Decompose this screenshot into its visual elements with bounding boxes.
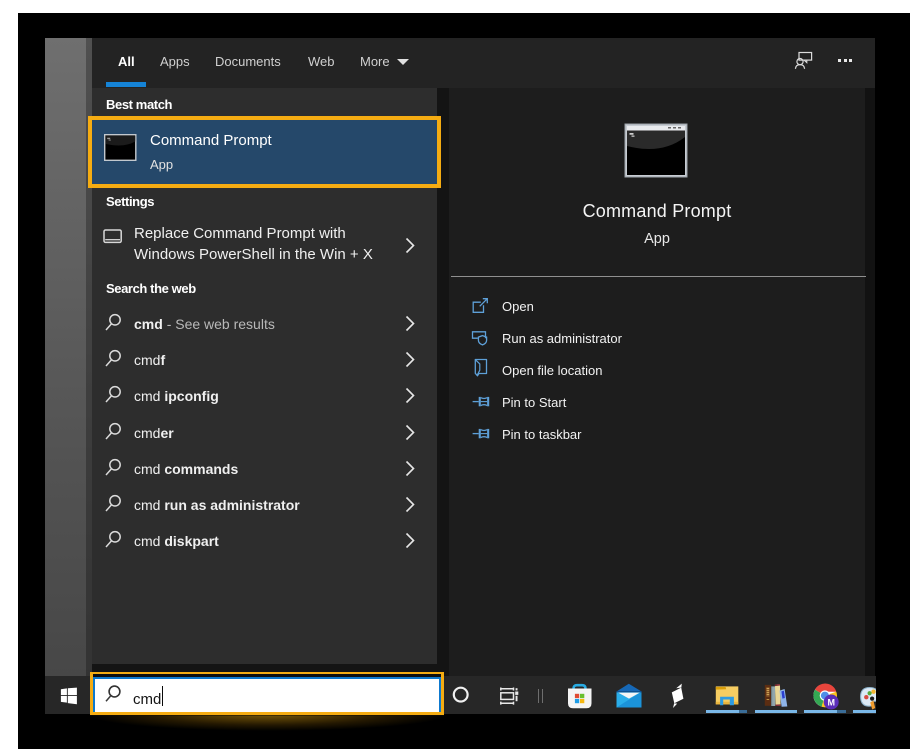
svg-text:M: M xyxy=(827,697,835,707)
